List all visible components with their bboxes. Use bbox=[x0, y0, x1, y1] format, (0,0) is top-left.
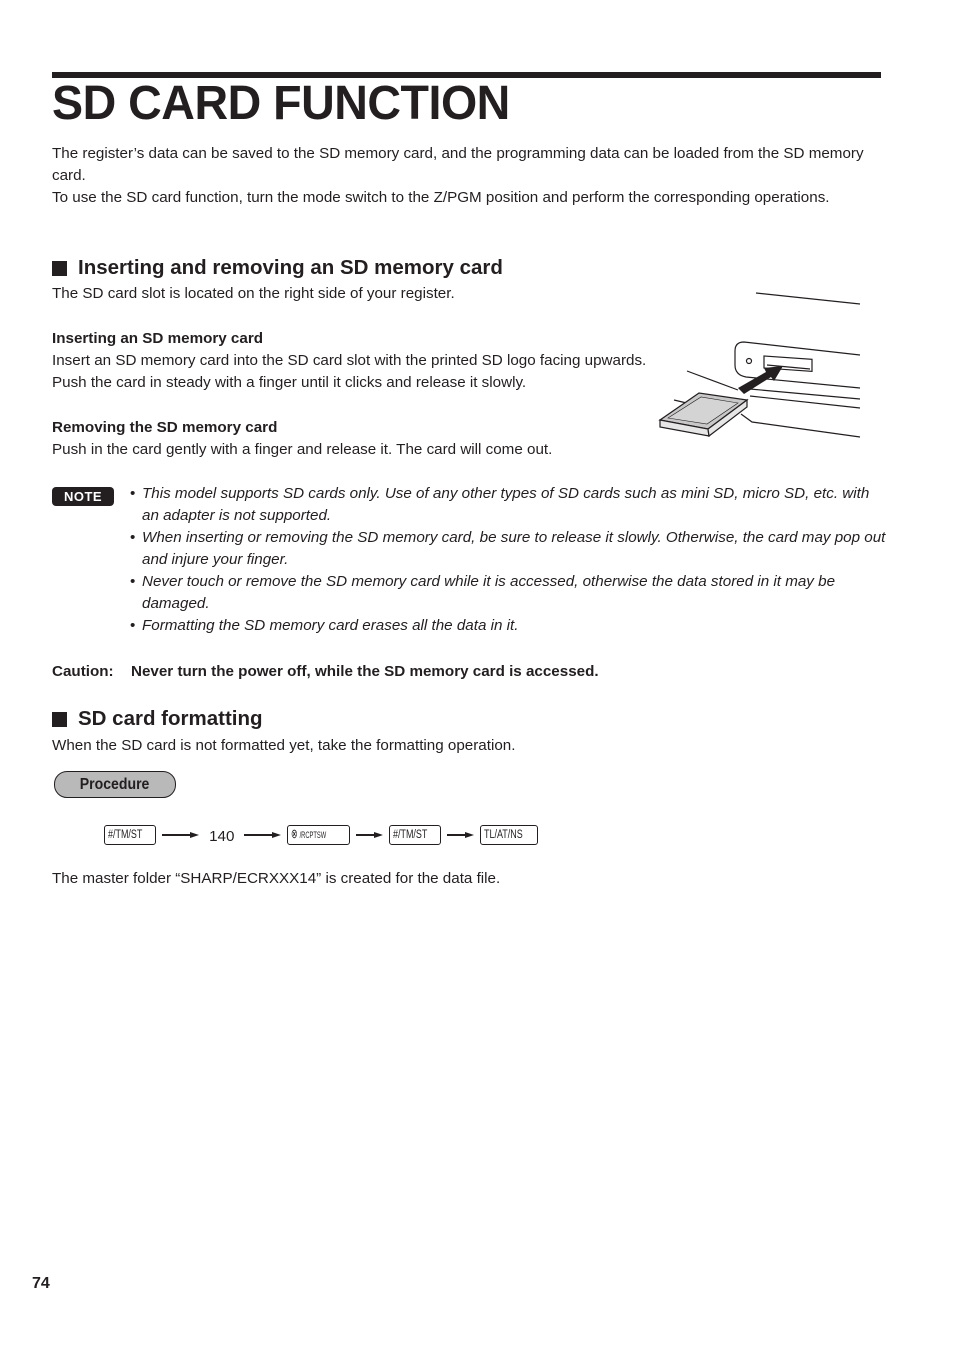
square-bullet-icon bbox=[52, 260, 67, 276]
removing-heading: Removing the SD memory card bbox=[52, 419, 278, 436]
formatting-text: When the SD card is not formatted yet, t… bbox=[52, 737, 516, 754]
note-item: • Never touch or remove the SD memory car… bbox=[130, 573, 836, 612]
section-heading-text: SD card formatting bbox=[78, 707, 263, 730]
intro-paragraph-1: The register’s data can be saved to the … bbox=[52, 145, 864, 184]
square-bullet-icon bbox=[52, 711, 67, 727]
arrow-icon bbox=[447, 832, 475, 838]
sequence-number: 140 bbox=[209, 828, 235, 845]
intro-paragraph-2: To use the SD card function, turn the mo… bbox=[52, 189, 830, 206]
caution-text: Never turn the power off, while the SD m… bbox=[131, 663, 599, 680]
page-title: SD CARD FUNCTION bbox=[52, 77, 510, 130]
circled-x-icon: ⊗ bbox=[291, 826, 299, 841]
caution-label: Caution: bbox=[52, 663, 114, 680]
slot-location-text: The SD card slot is located on the right… bbox=[52, 285, 455, 302]
section-heading-text: Inserting and removing an SD memory card bbox=[78, 256, 503, 279]
section-heading-formatting: SD card formatting bbox=[52, 706, 263, 732]
page-number: 74 bbox=[32, 1275, 50, 1292]
key-sequence: #/TM/ST 140 ⊗/RCPTSW #/TM/ST TL/AT/NS bbox=[104, 823, 538, 847]
arrow-icon bbox=[244, 832, 282, 838]
arrow-icon bbox=[162, 832, 200, 838]
section-heading-insert-remove: Inserting and removing an SD memory card bbox=[52, 255, 503, 281]
arrow-icon bbox=[356, 832, 384, 838]
sd-card-insertion-illustration bbox=[658, 292, 861, 438]
caution: Caution: Never turn the power off, while… bbox=[52, 661, 599, 683]
key-tl-at-ns: TL/AT/NS bbox=[480, 825, 538, 845]
inserting-text: Insert an SD memory card into the SD car… bbox=[52, 352, 647, 391]
intro: The register’s data can be saved to the … bbox=[52, 143, 892, 209]
key-tm-st: #/TM/ST bbox=[389, 825, 442, 845]
note-list: • This model supports SD cards only. Use … bbox=[130, 483, 890, 637]
removing-text: Push in the card gently with a finger an… bbox=[52, 441, 553, 458]
key-rcptsw: ⊗/RCPTSW bbox=[287, 825, 351, 845]
master-folder-text: The master folder “SHARP/ECRXXX14” is cr… bbox=[52, 870, 501, 887]
note-item: • Formatting the SD memory card erases al… bbox=[130, 617, 519, 634]
note-badge: NOTE bbox=[52, 487, 114, 506]
note-item: • When inserting or removing the SD memor… bbox=[130, 529, 886, 568]
inserting-heading: Inserting an SD memory card bbox=[52, 330, 264, 347]
key-tm-st: #/TM/ST bbox=[104, 825, 157, 845]
procedure-badge: Procedure bbox=[54, 771, 176, 798]
note-item: • This model supports SD cards only. Use … bbox=[130, 485, 870, 524]
